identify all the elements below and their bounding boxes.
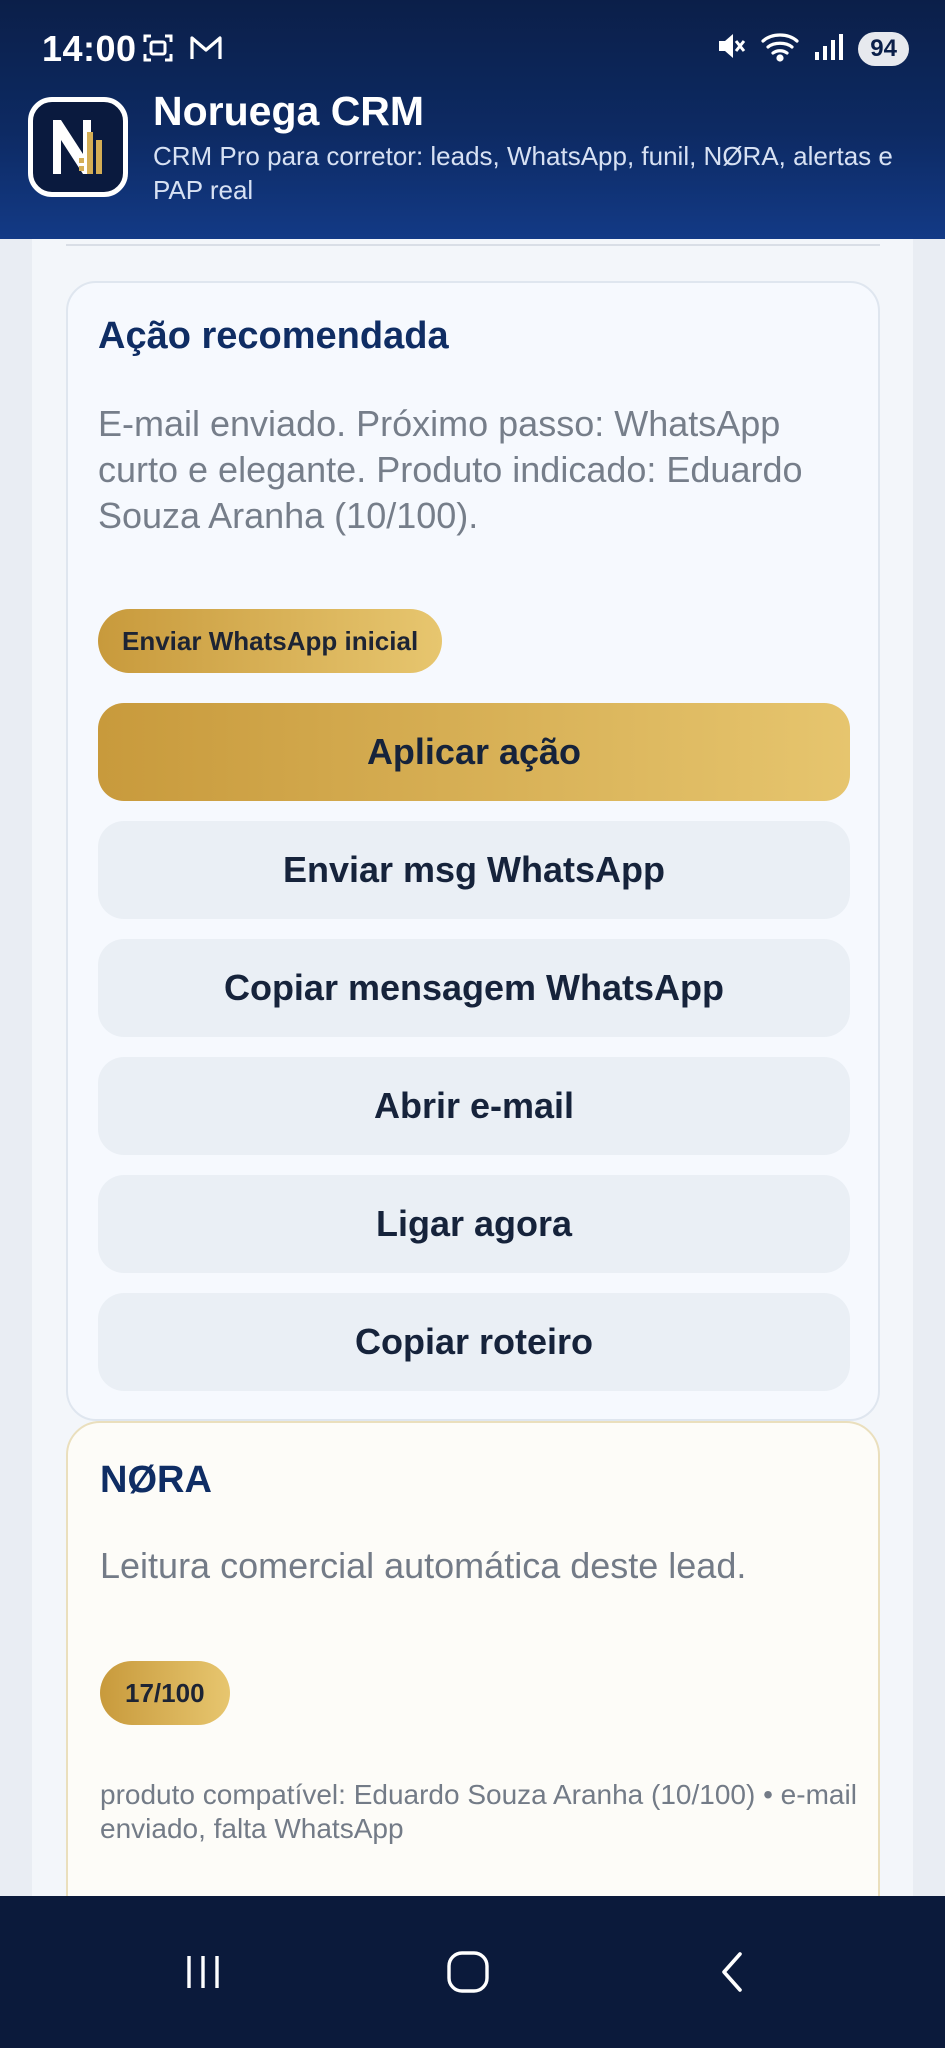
action-description: E-mail enviado. Próximo passo: WhatsApp … (98, 403, 803, 536)
app-header: 14:00 94 Noruega CRM CRM Pro para corret… (0, 0, 945, 239)
wifi-icon (760, 30, 800, 67)
status-bar: 14:00 94 (0, 0, 945, 96)
recommended-action-card: Ação recomendada E-mail enviado. Próximo… (66, 281, 880, 1421)
call-now-button[interactable]: Ligar agora (98, 1175, 850, 1273)
gmail-icon (188, 32, 224, 69)
open-email-button[interactable]: Abrir e-mail (98, 1057, 850, 1155)
signal-icon (814, 30, 844, 67)
recents-button[interactable] (173, 1944, 233, 2004)
home-icon (445, 1949, 491, 2000)
back-button[interactable] (704, 1944, 764, 2004)
app-logo (28, 97, 128, 197)
divider (66, 244, 880, 246)
apply-action-button[interactable]: Aplicar ação (98, 703, 850, 801)
status-right: 94 (714, 30, 909, 67)
screen: 14:00 94 Noruega CRM CRM Pro para corret… (0, 0, 945, 2048)
home-button[interactable] (438, 1944, 498, 2004)
app-title: Noruega CRM (153, 88, 425, 134)
recents-icon (181, 1950, 225, 1999)
mute-icon (714, 30, 746, 67)
score-badge: 17/100 (100, 1661, 230, 1725)
nora-note: produto compatível: Eduardo Souza Aranha… (100, 1779, 857, 1844)
nora-card: NØRA Leitura comercial automática deste … (66, 1421, 880, 1941)
nora-subtitle: Leitura comercial automática deste lead. (100, 1545, 747, 1586)
status-left-icons (142, 32, 224, 69)
copy-script-button[interactable]: Copiar roteiro (98, 1293, 850, 1391)
nora-title: NØRA (100, 1459, 212, 1501)
action-tag: Enviar WhatsApp inicial (98, 609, 443, 673)
status-time: 14:00 (42, 28, 137, 69)
copy-whatsapp-message-button[interactable]: Copiar mensagem WhatsApp (98, 939, 850, 1037)
back-icon (712, 1950, 756, 1999)
app-subtitle: CRM Pro para corretor: leads, WhatsApp, … (153, 141, 893, 205)
screenshot-icon (142, 32, 174, 69)
navigation-bar (0, 1896, 945, 2048)
card-title: Ação recomendada (98, 315, 449, 357)
send-whatsapp-button[interactable]: Enviar msg WhatsApp (98, 821, 850, 919)
battery-indicator: 94 (858, 31, 909, 66)
